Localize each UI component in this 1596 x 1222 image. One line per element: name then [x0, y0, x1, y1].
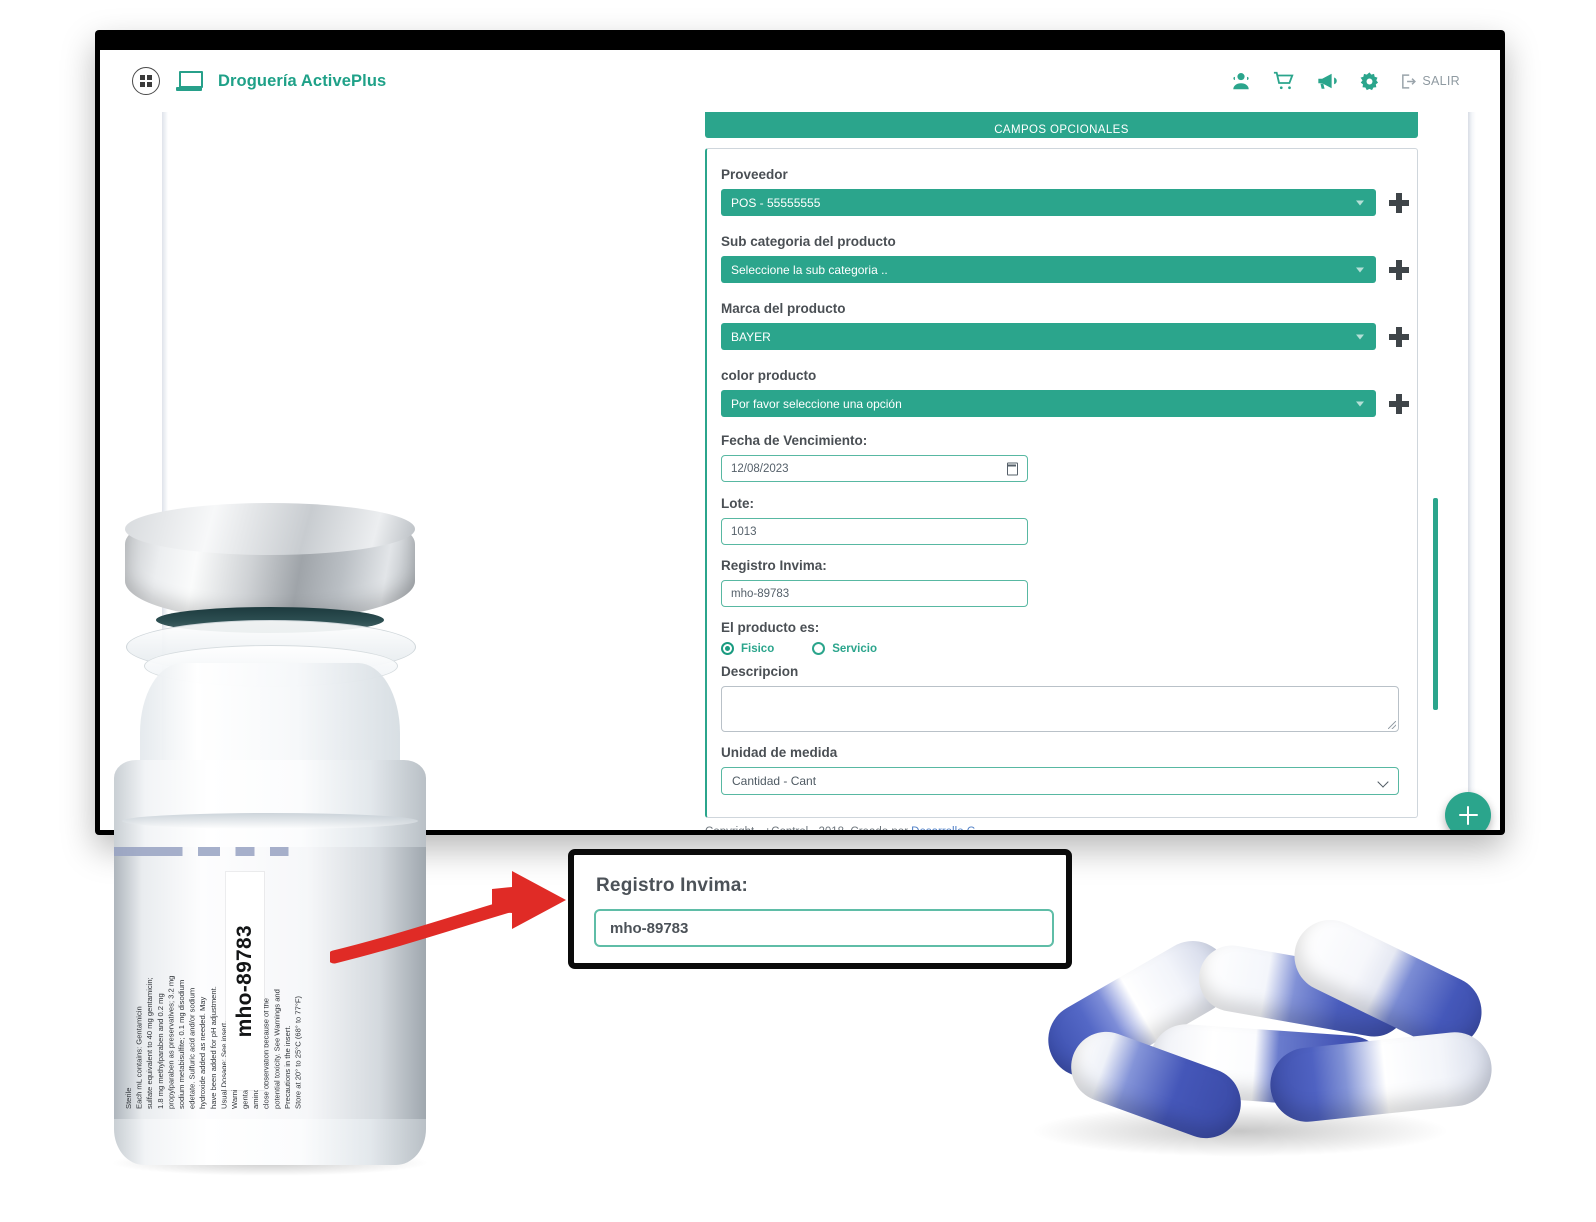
field-descripcion: Descripcion: [721, 664, 1399, 732]
field-lote: Lote: 1013: [721, 496, 1028, 545]
add-product-fab-button[interactable]: [1445, 792, 1491, 830]
label-color: color producto: [721, 368, 817, 383]
radio-servicio-label: Servicio: [832, 642, 877, 655]
date-input-value: 12/08/2023: [731, 462, 789, 475]
select-unidad-medida[interactable]: Cantidad - Cant: [721, 767, 1399, 795]
radio-fisico[interactable]: Fisico: [721, 642, 774, 655]
vial-liquid-level: [122, 813, 418, 829]
add-proveedor-button[interactable]: [1389, 192, 1409, 213]
select-marca-value: BAYER: [731, 329, 771, 344]
callout-input-value: mho-89783: [610, 919, 689, 937]
chevron-down-icon: [1377, 776, 1389, 788]
text-input-lote[interactable]: 1013: [721, 518, 1028, 545]
callout-label: Registro Invima:: [596, 875, 749, 896]
select-subcategoria-value: Seleccione la sub categoria ..: [731, 262, 888, 277]
field-unidad-medida: Unidad de medida Cantidad - Cant: [721, 745, 1399, 795]
radio-fisico-label: Fisico: [741, 642, 775, 655]
right-edge-shadow: [1468, 112, 1476, 830]
vial-cap-top: [125, 503, 415, 555]
field-proveedor: Proveedor POS - 55555555: [721, 167, 1409, 216]
shopping-cart-icon[interactable]: [1272, 70, 1296, 92]
content-scrollbar-track[interactable]: [1448, 112, 1451, 830]
label-descripcion: Descripcion: [721, 664, 799, 679]
select-proveedor[interactable]: POS - 55555555: [721, 189, 1376, 216]
vial-sticker-text: mho-89783: [233, 924, 256, 1038]
chevron-down-icon: [1356, 401, 1364, 406]
footer-copyright: Copyright - +Control - 2018, Creado por …: [705, 826, 976, 830]
label-marca: Marca del producto: [721, 301, 846, 316]
brand-title: Droguería ActivePlus: [218, 71, 387, 90]
callout-registro-invima-input[interactable]: mho-89783: [594, 909, 1054, 947]
unidad-medida-value: Cantidad - Cant: [732, 774, 817, 788]
optional-fields-header: CAMPOS OPCIONALES: [705, 112, 1418, 138]
vial-label-text: Sterile Each mL contains: Gentamicin sul…: [124, 975, 303, 1109]
add-subcategoria-button[interactable]: [1389, 259, 1409, 280]
navbar-right-group: SALIR: [1230, 70, 1500, 92]
support-user-icon[interactable]: [1230, 70, 1252, 92]
field-registro-invima: Registro Invima: mho-89783: [721, 558, 1028, 607]
radio-group-producto-es: Fisico Servicio: [721, 642, 877, 655]
field-subcategoria: Sub categoria del producto Seleccione la…: [721, 234, 1409, 283]
lote-value: 1013: [731, 525, 757, 538]
date-input-fecha-vencimiento[interactable]: 12/08/2023: [721, 455, 1028, 482]
optional-fields-card: Proveedor POS - 55555555 Sub categoria d…: [705, 148, 1418, 818]
label-subcategoria: Sub categoria del producto: [721, 234, 896, 249]
label-lote: Lote:: [721, 496, 754, 511]
select-color-value: Por favor seleccione una opción: [731, 396, 902, 411]
field-producto-es: El producto es: Fisico Servicio: [721, 620, 877, 655]
add-marca-button[interactable]: [1389, 326, 1409, 347]
apps-grid-icon[interactable]: [132, 67, 160, 95]
logout-button[interactable]: SALIR: [1400, 73, 1460, 90]
zoom-callout-box: Registro Invima: mho-89783: [568, 849, 1072, 969]
label-producto-es: El producto es:: [721, 620, 820, 635]
text-input-registro-invima[interactable]: mho-89783: [721, 580, 1028, 607]
select-color[interactable]: Por favor seleccione una opción: [721, 390, 1376, 417]
laptop-icon[interactable]: [176, 71, 203, 91]
radio-servicio[interactable]: Servicio: [812, 642, 877, 655]
label-registro-invima: Registro Invima:: [721, 558, 827, 573]
select-marca[interactable]: BAYER: [721, 323, 1376, 350]
gear-icon[interactable]: [1359, 71, 1380, 92]
resize-handle-icon[interactable]: [1388, 721, 1396, 729]
calendar-icon[interactable]: [1006, 462, 1018, 475]
chevron-down-icon: [1356, 267, 1364, 272]
add-color-button[interactable]: [1389, 393, 1409, 414]
footer-link-desarrollo[interactable]: Desarrollo G: [911, 826, 976, 830]
vial-sticker: mho-89783: [226, 872, 264, 1090]
capsules-image: [1020, 907, 1496, 1160]
label-proveedor: Proveedor: [721, 167, 788, 182]
field-marca: Marca del producto BAYER: [721, 301, 1409, 350]
top-navbar: Droguería ActivePlus SALIR: [100, 50, 1500, 112]
gentamicin-vial-image: Sterile Each mL contains: Gentamicin sul…: [100, 495, 440, 1185]
select-proveedor-value: POS - 55555555: [731, 195, 821, 210]
radio-servicio-indicator: [812, 642, 826, 655]
chevron-down-icon: [1356, 334, 1364, 339]
navbar-left-group: Droguería ActivePlus: [100, 67, 386, 95]
footer-text: Copyright - +Control - 2018, Creado por: [705, 826, 911, 830]
chevron-down-icon: [1356, 200, 1364, 205]
label-unidad-medida: Unidad de medida: [721, 745, 838, 760]
registro-invima-value: mho-89783: [731, 587, 790, 600]
field-fecha-vencimiento: Fecha de Vencimiento: 12/08/2023: [721, 433, 1028, 482]
vial-label: Sterile Each mL contains: Gentamicin sul…: [114, 847, 426, 1119]
textarea-descripcion[interactable]: [721, 686, 1399, 732]
radio-fisico-indicator: [721, 642, 734, 655]
content-scrollbar-thumb[interactable]: [1433, 498, 1438, 710]
field-color: color producto Por favor seleccione una …: [721, 368, 1409, 417]
label-fecha-vencimiento: Fecha de Vencimiento:: [721, 433, 868, 448]
logout-label: SALIR: [1422, 74, 1460, 88]
megaphone-icon[interactable]: [1316, 70, 1339, 92]
vial-label-stripe: [114, 847, 426, 856]
select-subcategoria[interactable]: Seleccione la sub categoria ..: [721, 256, 1376, 283]
